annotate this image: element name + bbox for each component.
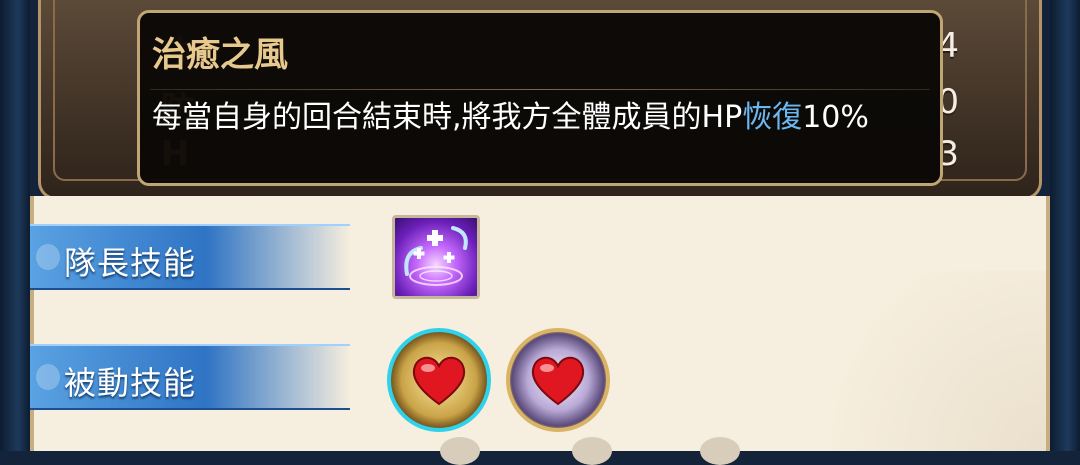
- tooltip-title: 治癒之風: [152, 35, 288, 75]
- partial-icon: [700, 437, 740, 465]
- tooltip-description: 每當自身的回合結束時,將我方全體成員的HP恢復10%: [152, 97, 912, 139]
- passive-skill-label: 被動技能: [64, 364, 197, 402]
- ornament-icon: [36, 364, 60, 390]
- frame-left: [0, 0, 30, 451]
- frame-right: [1050, 0, 1080, 451]
- tooltip-desc-text: 每當自身的回合結束時,將我方全體成員的HP: [152, 100, 743, 135]
- tooltip-desc-value: 10%: [802, 100, 869, 135]
- skill-tooltip: 治癒之風 每當自身的回合結束時,將我方全體成員的HP恢復10%: [137, 10, 943, 186]
- leader-skill-label: 隊長技能: [64, 244, 197, 282]
- leader-skill-header: 隊長技能: [30, 224, 350, 290]
- passive-skill-header: 被動技能: [30, 344, 350, 410]
- tooltip-desc-highlight: 恢復: [742, 100, 803, 135]
- heart-passive-icon[interactable]: [506, 328, 610, 432]
- healing-wind-icon[interactable]: [392, 215, 480, 299]
- partial-icon: [440, 437, 480, 465]
- tooltip-divider: [150, 89, 930, 90]
- partial-icon: [572, 437, 612, 465]
- ornament-icon: [36, 244, 60, 270]
- heart-passive-icon[interactable]: [387, 328, 491, 432]
